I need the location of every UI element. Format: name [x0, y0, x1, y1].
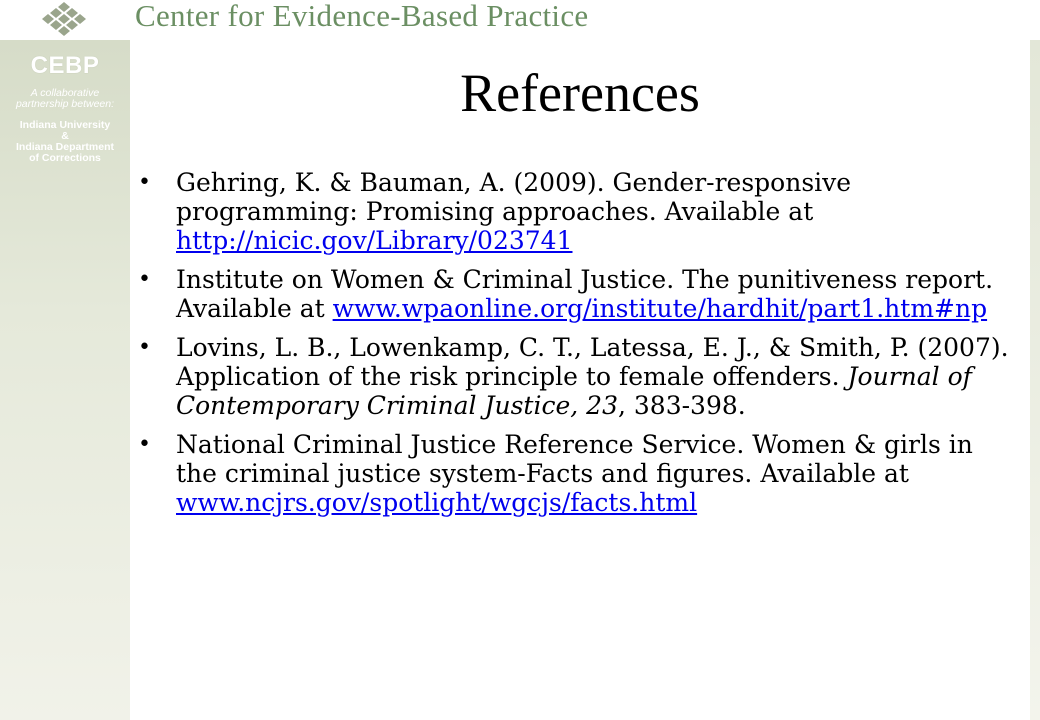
bullet-icon: •: [138, 170, 151, 195]
sidebar-tagline: A collaborative partnership between:: [0, 88, 130, 110]
header-band: Center for Evidence-Based Practice: [0, 0, 1040, 40]
reference-item: • Lovins, L. B., Lowenkamp, C. T., Lates…: [130, 333, 1010, 420]
sidebar-acronym: CEBP: [30, 52, 100, 79]
reference-item: • Institute on Women & Criminal Justice.…: [130, 265, 1010, 323]
reference-pages: , 383-398.: [617, 391, 746, 420]
reference-list: • Gehring, K. & Bauman, A. (2009). Gende…: [130, 168, 1010, 527]
bullet-icon: •: [138, 335, 151, 360]
bullet-icon: •: [138, 432, 151, 457]
reference-text: National Criminal Justice Reference Serv…: [176, 430, 973, 488]
header-title: Center for Evidence-Based Practice: [135, 0, 589, 33]
sidebar-partners: Indiana University & Indiana Department …: [0, 120, 130, 164]
reference-item: • National Criminal Justice Reference Se…: [130, 430, 1010, 517]
slide-title: References: [460, 63, 700, 123]
reference-link[interactable]: www.ncjrs.gov/spotlight/wgcjs/facts.html: [176, 488, 697, 517]
reference-link[interactable]: www.wpaonline.org/institute/hardhit/part…: [333, 294, 987, 323]
partner-idoc-line-2: of Corrections: [29, 152, 101, 164]
right-edge-strip: [1030, 40, 1040, 720]
reference-item: • Gehring, K. & Bauman, A. (2009). Gende…: [130, 168, 1010, 255]
sidebar: CEBP A collaborative partnership between…: [0, 40, 130, 720]
tagline-line-2: partnership between:: [15, 98, 115, 110]
bullet-icon: •: [138, 267, 151, 292]
diamond-grid-logo-icon: [42, 2, 86, 36]
reference-text: Gehring, K. & Bauman, A. (2009). Gender-…: [176, 168, 852, 226]
reference-link[interactable]: http://nicic.gov/Library/023741: [176, 226, 573, 255]
